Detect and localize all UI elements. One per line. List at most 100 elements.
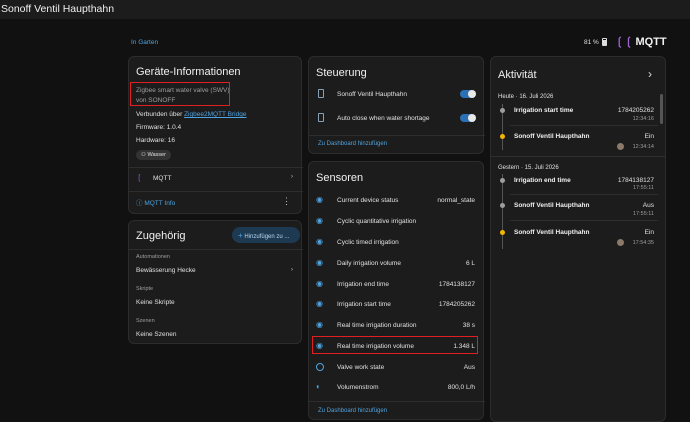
sensor-label: Irrigation end time <box>337 281 390 288</box>
integration-row[interactable]: ❲ MQTT › <box>136 173 296 187</box>
device-info-title: Geräte-Informationen <box>136 66 241 78</box>
automation-item-label: Bewässerung Hecke <box>136 267 196 274</box>
related-title: Zugehörig <box>136 230 186 242</box>
sensor-value: normal_state <box>437 197 475 204</box>
mqtt-info-button[interactable]: ⓘ MQTT Info <box>136 197 175 207</box>
connected-via-prefix: Verbunden über <box>136 111 183 118</box>
user-avatar <box>617 239 624 246</box>
activity-entry-title[interactable]: Sonoff Ventil Haupthahn <box>514 133 589 140</box>
control-row[interactable]: Auto close when water shortage <box>309 110 485 128</box>
yesterday-header: Gestern · 15. Juli 2026 <box>498 165 559 171</box>
add-to-button[interactable]: + Hinzufügen zu ... <box>232 227 300 243</box>
sensor-row[interactable]: ◉ Irrigation start time 1784205262 <box>309 295 481 315</box>
sensor-value: 6 L <box>465 260 475 267</box>
battery-icon <box>601 38 607 46</box>
more-options-icon[interactable]: ⋮ <box>282 196 291 207</box>
mqtt-info-label: MQTT Info <box>144 200 176 207</box>
sensors-title: Sensoren <box>316 172 364 184</box>
area-link[interactable]: In Garten <box>131 39 158 46</box>
eye-icon: ◉ <box>316 216 323 225</box>
firmware-version: Firmware: 1.0.4 <box>136 124 182 131</box>
chevron-right-icon[interactable]: › <box>648 67 652 81</box>
label-chip-text: Wasser <box>147 152 166 158</box>
scenes-heading: Szenen <box>136 318 155 324</box>
activity-title: Aktivität <box>498 69 537 81</box>
add-to-dashboard-button[interactable]: Zu Dashboard hinzufügen <box>318 141 387 147</box>
activity-entry-value: Ein <box>644 133 654 140</box>
activity-entry-value: 1784138127 <box>617 177 654 184</box>
eye-icon: ◉ <box>316 320 323 329</box>
eye-icon: ◉ <box>316 299 323 308</box>
toggle-switch[interactable] <box>460 90 476 98</box>
activity-entry-value: Aus <box>642 202 654 209</box>
sensors-card: Sensoren ◉ Current device status normal_… <box>308 161 485 420</box>
activity-entry-time: 17:55:11 <box>632 185 654 191</box>
sensor-row[interactable]: ◉ Daily irrigation volume 6 L <box>309 254 481 274</box>
info-icon: ⓘ <box>136 200 143 207</box>
control-row[interactable]: Sonoff Ventil Haupthahn <box>309 86 485 104</box>
add-to-label: Hinzufügen zu ... <box>244 234 290 240</box>
sensor-value: 1784138127 <box>438 281 475 288</box>
activity-dot-off <box>500 203 505 208</box>
sensor-row[interactable]: ◉ Cyclic quantitative irrigation <box>309 212 481 232</box>
sensor-label: Cyclic quantitative irrigation <box>337 218 417 225</box>
mqtt-signal-icon: ❲❲ <box>615 36 634 48</box>
sensor-row[interactable]: ◉ Irrigation end time 1784138127 <box>309 275 481 295</box>
activity-dot-on <box>500 134 505 139</box>
sensor-label: Current device status <box>337 197 399 204</box>
activity-entry-time: 17:55:11 <box>632 211 654 217</box>
page-title: Sonoff Ventil Haupthahn <box>1 3 115 15</box>
divider <box>309 401 485 402</box>
sensor-label: Real time irrigation duration <box>337 322 417 329</box>
flow-gauge-icon: ◐ <box>316 382 321 391</box>
battery-level: 81 % <box>584 38 599 46</box>
integration-label: MQTT <box>153 175 172 182</box>
sensor-label: Irrigation start time <box>337 301 391 308</box>
activity-entry-value: 1784205262 <box>617 107 654 114</box>
user-avatar <box>617 143 624 150</box>
mqtt-integration-icon: ❲ <box>136 173 143 182</box>
tag-icon: ⚇ <box>141 152 146 158</box>
highlight-box-volume <box>312 336 478 354</box>
today-header: Heute · 16. Juli 2026 <box>498 94 554 100</box>
activity-entry-time: 12:34:16 <box>632 116 654 122</box>
sensor-label: Daily irrigation volume <box>337 260 401 267</box>
eye-icon: ◉ <box>316 237 323 246</box>
activity-entry-title[interactable]: Sonoff Ventil Haupthahn <box>514 229 589 236</box>
hardware-version: Hardware: 16 <box>136 137 176 144</box>
add-to-dashboard-button[interactable]: Zu Dashboard hinzufügen <box>318 408 387 414</box>
highlight-box-model <box>130 82 230 106</box>
divider <box>129 191 303 192</box>
automation-item[interactable]: Bewässerung Hecke › <box>136 266 296 277</box>
toggle-switch[interactable] <box>460 114 476 122</box>
related-card: Zugehörig + Hinzufügen zu ... Automation… <box>128 220 303 344</box>
sensor-value: 1784205262 <box>438 301 475 308</box>
device-info-card: Geräte-Informationen Zigbee smart water … <box>128 56 303 214</box>
sensor-row[interactable]: Valve work state Aus <box>309 358 481 378</box>
scripts-empty: Keine Skripte <box>136 299 175 306</box>
connected-via: Verbunden über Zigbee2MQTT Bridge <box>136 111 246 118</box>
sensor-value: 38 s <box>462 322 475 329</box>
activity-entry-title[interactable]: Sonoff Ventil Haupthahn <box>514 202 589 209</box>
bridge-link[interactable]: Zigbee2MQTT Bridge <box>184 111 246 118</box>
divider <box>510 125 658 126</box>
divider <box>510 194 658 195</box>
sensor-value: Aus <box>463 364 475 371</box>
chevron-right-icon: › <box>290 173 293 180</box>
activity-dot-on <box>500 230 505 235</box>
sensor-row[interactable]: ◉ Current device status normal_state <box>309 191 481 211</box>
activity-entry-title[interactable]: Irrigation start time <box>514 107 573 114</box>
divider <box>490 156 666 157</box>
scrollbar[interactable] <box>660 94 663 124</box>
label-chip[interactable]: ⚇ Wasser <box>136 150 171 160</box>
sensor-row[interactable]: ◉ Real time irrigation duration 38 s <box>309 316 481 336</box>
app-header: Sonoff Ventil Haupthahn <box>0 0 690 19</box>
sensor-row[interactable]: ◐ Volumenstrom 800,0 L/h <box>309 378 481 398</box>
plus-icon: + <box>238 231 243 240</box>
divider <box>510 220 658 221</box>
mqtt-logo-text: MQTT <box>635 35 667 48</box>
sensor-row[interactable]: ◉ Cyclic timed irrigation <box>309 233 481 253</box>
chevron-right-icon: › <box>290 266 293 273</box>
activity-entry-title[interactable]: Irrigation end time <box>514 177 571 184</box>
battery-status: 81 % <box>584 38 607 46</box>
